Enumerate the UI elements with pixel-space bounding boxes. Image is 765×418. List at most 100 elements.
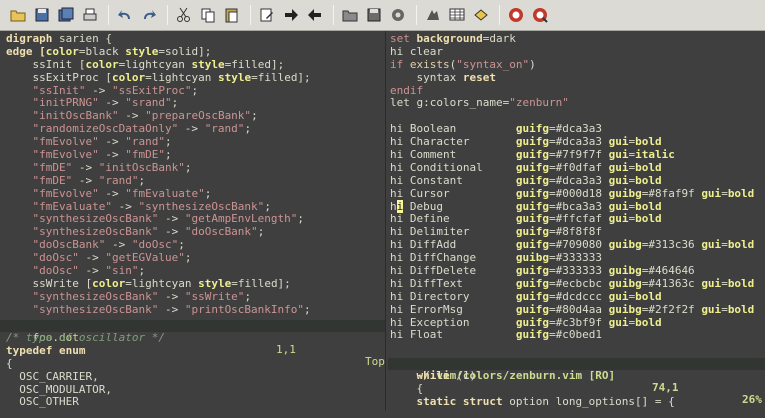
save-icon <box>33 6 51 24</box>
ctags-button[interactable] <box>470 4 492 26</box>
code-token: color <box>85 57 119 71</box>
help-button[interactable] <box>505 4 527 26</box>
make-button[interactable] <box>422 4 444 26</box>
code-token: italic <box>635 148 675 162</box>
print-button[interactable] <box>79 4 101 26</box>
code-token: "fmEvolve" <box>6 135 99 149</box>
code-token: -> <box>118 109 146 123</box>
code-token: color <box>111 70 146 84</box>
cut-button[interactable] <box>173 4 195 26</box>
code-token: "doOsc" <box>6 251 79 265</box>
code-token: guifg <box>515 328 549 342</box>
code-token: sarien { <box>58 33 112 45</box>
paste-icon <box>223 6 241 24</box>
code-token: ; <box>164 135 172 149</box>
code-token: =lightcyan <box>118 57 192 71</box>
code-line[interactable]: set background=dark <box>390 33 765 46</box>
code-line[interactable]: typedef enum <box>6 344 385 358</box>
code-line[interactable]: let g:colors_name="zenburn" <box>390 97 765 110</box>
copy-button[interactable] <box>197 4 219 26</box>
code-token: background <box>416 33 483 45</box>
code-token: =#41363c <box>641 276 702 290</box>
code-token: syntax <box>390 70 463 84</box>
code-token: ; <box>204 186 212 200</box>
code-token: guifg <box>515 289 549 303</box>
code-token: hi Conditional <box>390 160 516 174</box>
right-pane[interactable]: set background=dark hi clear if exists("sy… <box>388 33 765 358</box>
code-token: ; <box>244 289 252 303</box>
code-token: -> <box>98 148 126 162</box>
save-session-button[interactable] <box>363 4 385 26</box>
save-all-button[interactable] <box>55 4 77 26</box>
ctags-icon <box>472 6 490 24</box>
code-token: guibg <box>608 238 642 252</box>
code-token: "getEGValue" <box>105 251 185 265</box>
code-token: =#8f8f8f <box>548 225 602 239</box>
find-help-button[interactable] <box>529 4 551 26</box>
code-token: -> <box>72 160 99 174</box>
code-token: -> <box>105 238 132 252</box>
toolbar-separator <box>499 5 500 25</box>
code-line[interactable]: static struct option long_options[] = { <box>390 394 765 409</box>
save-button[interactable] <box>31 4 53 26</box>
find-next-icon <box>282 6 300 24</box>
undo-icon <box>116 6 134 24</box>
code-token: guifg <box>515 173 549 187</box>
code-token: guibg <box>608 276 642 290</box>
code-token: =#333333 <box>548 251 602 265</box>
code-line[interactable]: syntax reset <box>390 70 765 85</box>
left-bottom-pane[interactable]: /* type of oscillator */typedef enum{ OS… <box>0 332 385 411</box>
run-script-button[interactable] <box>387 4 409 26</box>
code-token: -> <box>72 173 99 187</box>
code-token: hi Boolean <box>390 122 516 136</box>
code-token: =dark <box>482 33 516 45</box>
code-token: hi DiffDelete <box>390 264 516 278</box>
right-bottom-pane[interactable]: while (1) { static struct option long_op… <box>388 370 765 411</box>
code-token: =#000d18 <box>548 186 609 200</box>
code-token: guifg <box>515 302 549 316</box>
code-line[interactable]: "synthesizeOscBank" -> "printOscBankInfo… <box>6 303 385 317</box>
code-token: -> <box>78 251 106 265</box>
code-token: "getAmpEnvLength" <box>184 212 298 226</box>
code-token: "zenburn" <box>509 96 569 110</box>
code-token: "initOscBank" <box>6 109 119 123</box>
load-session-button[interactable] <box>339 4 361 26</box>
find-next-button[interactable] <box>280 4 302 26</box>
code-line[interactable]: hi Float guifg=#c0bed1 <box>390 329 765 342</box>
code-token: "ssWrite" <box>184 289 245 303</box>
code-token: if <box>390 57 410 71</box>
code-token: OSC_OTHER <box>6 395 79 409</box>
code-token: "fmEvolve" <box>6 186 99 200</box>
code-token: hi Comment <box>390 148 516 162</box>
code-token: =#c3bf9f <box>548 315 609 329</box>
code-token: =#333333 <box>548 264 609 278</box>
replace-button[interactable] <box>256 4 278 26</box>
code-token: -> <box>98 186 126 200</box>
find-prev-button[interactable] <box>304 4 326 26</box>
shell-button[interactable] <box>446 4 468 26</box>
code-token: "synthesizeOscBank" <box>138 199 265 213</box>
code-token: -> <box>158 225 185 239</box>
code-token: bold <box>635 315 662 329</box>
code-token: ) <box>529 57 536 71</box>
open-folder-button[interactable] <box>7 4 29 26</box>
code-token: style <box>217 70 252 84</box>
code-token: =#dcdccc <box>548 289 609 303</box>
code-token: hi Directory <box>390 289 516 303</box>
code-token: { <box>6 356 13 370</box>
save-session-icon <box>365 6 383 24</box>
code-token: "srand" <box>125 96 172 110</box>
undo-button[interactable] <box>114 4 136 26</box>
code-token: ; <box>251 109 258 123</box>
paste-button[interactable] <box>221 4 243 26</box>
code-line[interactable]: OSC_OTHER <box>6 396 385 409</box>
redo-button[interactable] <box>138 4 160 26</box>
code-line[interactable]: while (1) <box>390 370 765 383</box>
code-token: -> <box>158 212 185 226</box>
code-token: ; <box>184 160 192 174</box>
code-token: =#f0dfaf <box>548 160 609 174</box>
left-top-pane[interactable]: digraph sarien {edge [color=black style=… <box>0 33 385 320</box>
code-token: option long_options[] = { <box>502 394 675 408</box>
